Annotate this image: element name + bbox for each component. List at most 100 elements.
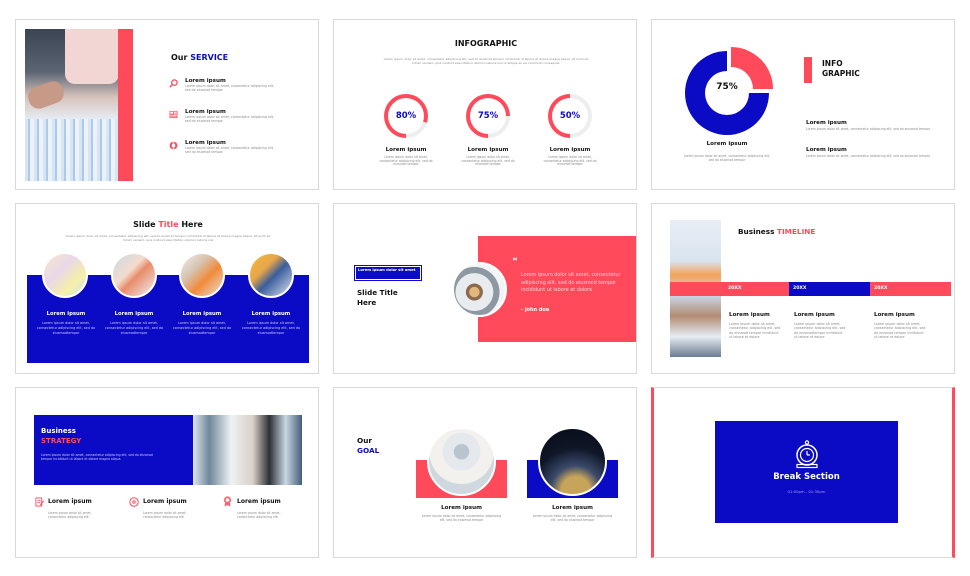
column-title: Lorem ipsum — [251, 311, 291, 317]
column-item: Lorem ipsum Lorem ipsum dolor sit amet, … — [172, 311, 232, 335]
slide-title: Our SERVICE — [171, 53, 228, 62]
break-time: 01:00pm - 01:30pm — [787, 489, 826, 494]
search-icon — [169, 79, 178, 88]
team-working-photo — [25, 29, 119, 181]
title-line: GRAPHIC — [822, 69, 860, 78]
brain-icon — [129, 497, 139, 507]
progress-ring: 80% — [384, 94, 428, 138]
slide-title: Break Section — [773, 472, 840, 482]
item-title: Lorem ipsum — [48, 498, 92, 505]
item-text: Lorem ipsum dolor sit amet, consectetur … — [237, 511, 281, 519]
column-title: Lorem ipsum — [114, 311, 154, 317]
earth-network-photo — [538, 427, 607, 496]
item-text: Lorem ipsum dolor sit amet, consectetur … — [185, 146, 274, 154]
photo-circle — [179, 252, 225, 298]
segment-label: 20XX — [728, 286, 742, 291]
quote-text: Lorem ipsum dolor sit amet, consectetur … — [521, 272, 621, 294]
team-meeting-photo — [193, 415, 302, 485]
title-highlight: SERVICE — [190, 53, 229, 62]
slide-thumbnail-our-goal[interactable]: Our GOAL Lorem ipsum Lorem ipsum dolor s… — [333, 387, 637, 558]
slide-title: Slide Title Here — [16, 220, 318, 229]
ring-title: Lorem ipsum — [385, 147, 427, 153]
title-part: Business — [738, 227, 775, 236]
column-title: Lorem ipsum — [182, 311, 222, 317]
ring-title: Lorem ipsum — [549, 147, 591, 153]
column-text: Lorem ipsum dolor sit amet, consectetur … — [241, 321, 301, 335]
timeline-item-title: Lorem ipsum — [794, 312, 835, 318]
item-text: Lorem ipsum dolor sit amet, consectetur … — [806, 127, 931, 131]
column-item: Lorem ipsum Lorem ipsum dolor sit amet, … — [104, 311, 164, 335]
item-title: Lorem ipsum — [237, 498, 281, 505]
segment-label: 20XX — [793, 286, 807, 291]
support-icon — [169, 141, 178, 150]
goal-text: Lorem ipsum dolor sit amet, consectetur … — [421, 514, 502, 522]
title-highlight: Title — [158, 220, 179, 229]
slide-thumbnail-business-strategy[interactable]: Business STRATEGY Lorem ipsum dolor sit … — [15, 387, 319, 558]
timeline-item-text: Lorem ipsum dolor sit amet, consectetur … — [874, 322, 926, 340]
quote-mark-icon: “ — [512, 257, 518, 267]
intro-text: Lorem ipsum dolor sit amet, consectetur … — [65, 234, 271, 242]
intro-text: Lorem ipsum dolor sit amet, consectetur … — [383, 57, 589, 65]
title-highlight: GOAL — [357, 446, 380, 455]
document-edit-icon — [35, 497, 44, 507]
slide-title: INFO GRAPHIC — [822, 59, 860, 79]
slide-thumbnail-quote[interactable]: Lorem ipsum dolor sit amet Slide Title H… — [333, 203, 637, 374]
timeline-item-text: Lorem ipsum dolor sit amet, consectetur … — [794, 322, 846, 340]
accent-bar — [804, 57, 812, 83]
slide-title: Our GOAL — [357, 436, 379, 456]
ring-title: Lorem ipsum — [467, 147, 509, 153]
accent-bar — [118, 29, 133, 181]
title-part: Here — [181, 220, 203, 229]
ring-value: 50% — [552, 98, 588, 134]
item-text: Lorem ipsum dolor sit amet, consectetur … — [185, 115, 274, 123]
timeline-segment: 20XX — [789, 282, 870, 296]
column-text: Lorem ipsum dolor sit amet, consectetur … — [172, 321, 232, 335]
goal-title: Lorem ipsum — [552, 505, 593, 511]
award-icon — [223, 496, 232, 507]
item-text: Lorem ipsum dolor sit amet, consectetur … — [806, 154, 931, 158]
timeline-segment: 20XX — [870, 282, 951, 296]
ring-value: 80% — [388, 98, 424, 134]
title-part: Our — [357, 436, 372, 445]
item-title: Lorem ipsum — [143, 498, 187, 505]
slide-title: Business STRATEGY — [41, 426, 81, 446]
slide-title: INFOGRAPHIC — [454, 39, 518, 48]
column-text: Lorem ipsum dolor sit amet, consectetur … — [104, 321, 164, 335]
title-part: Our — [171, 53, 188, 62]
timeline-item-title: Lorem ipsum — [729, 312, 770, 318]
timeline-item-title: Lorem ipsum — [874, 312, 915, 318]
quote-author: - john doe — [521, 307, 550, 313]
photo-circle — [248, 252, 294, 298]
progress-ring: 75% — [466, 94, 510, 138]
goal-title: Lorem ipsum — [441, 505, 482, 511]
intro-text: Lorem ipsum dolor sit amet, consectetur … — [41, 453, 153, 462]
photo-circle — [111, 252, 157, 298]
timeline-segment: 20XX — [670, 282, 789, 296]
author-photo — [452, 262, 507, 317]
donut-caption-title: Lorem ipsum — [706, 141, 748, 147]
slide-thumbnail-our-service[interactable]: Our SERVICE Lorem ipsum Lorem ipsum dolo… — [15, 19, 319, 190]
slide-thumbnail-info-graphic[interactable]: 75% Lorem ipsum Lorem ipsum dolor sit am… — [651, 19, 955, 190]
column-text: Lorem ipsum dolor sit amet, consectetur … — [36, 321, 96, 335]
laptop-photo — [427, 427, 496, 496]
stopwatch-icon — [796, 440, 818, 469]
column-item: Lorem ipsum Lorem ipsum dolor sit amet, … — [241, 311, 301, 335]
ring-text: Lorem ipsum dolor sit amet, consectetur … — [379, 155, 433, 167]
slide-thumbnail-business-timeline[interactable]: Business TIMELINE 20XX 20XX 20XX Lorem i… — [651, 203, 955, 374]
slide-thumbnail-slide-title-here[interactable]: Slide Title Here Lorem ipsum dolor sit a… — [15, 203, 319, 374]
slide-thumbnail-infographic[interactable]: INFOGRAPHIC Lorem ipsum dolor sit amet, … — [333, 19, 637, 190]
title-highlight: STRATEGY — [41, 437, 82, 445]
donut-caption-text: Lorem ipsum dolor sit amet, consectetur … — [683, 154, 771, 162]
slide-thumbnail-break-section[interactable]: Break Section 01:00pm - 01:30pm — [651, 387, 955, 558]
ring-text: Lorem ipsum dolor sit amet, consectetur … — [461, 155, 515, 167]
column-item: Lorem ipsum Lorem ipsum dolor sit amet, … — [36, 311, 96, 335]
donut-value: 75% — [716, 82, 738, 92]
ring-value: 75% — [470, 98, 506, 134]
goal-text: Lorem ipsum dolor sit amet, consectetur … — [532, 514, 613, 522]
item-title: Lorem ipsum — [806, 120, 847, 126]
title-highlight: TIMELINE — [776, 227, 816, 236]
timeline-item-text: Lorem ipsum dolor sit amet, consectetur … — [729, 322, 781, 340]
newspaper-icon — [169, 110, 178, 119]
column-title: Lorem ipsum — [46, 311, 86, 317]
photo-circle — [42, 252, 88, 298]
